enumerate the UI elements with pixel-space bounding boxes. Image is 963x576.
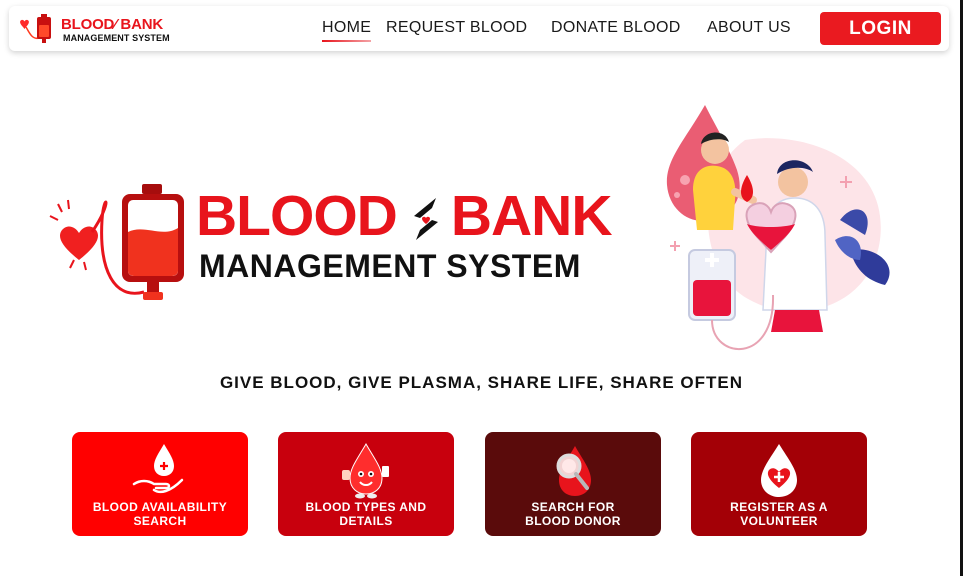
search-blood-donor-card[interactable]: SEARCH FOR BLOOD DONOR	[485, 432, 661, 536]
card-label-line: BLOOD TYPES AND	[305, 500, 427, 514]
hero-title-word-blood: BLOOD	[196, 184, 398, 248]
card-label: SEARCH FOR BLOOD DONOR	[493, 500, 653, 528]
blood-bag-heart-icon	[49, 184, 184, 300]
nav-donate-blood-link[interactable]: DONATE BLOOD	[551, 19, 681, 37]
card-label-line: BLOOD DONOR	[525, 514, 621, 528]
hero-tagline: GIVE BLOOD, GIVE PLASMA, SHARE LIFE, SHA…	[219, 373, 744, 392]
card-label: BLOOD AVAILABILITY SEARCH	[80, 500, 240, 528]
nav-logo-title: BLOOD⁄ BANK	[61, 16, 163, 33]
hero-subtitle: MANAGEMENT SYSTEM	[199, 248, 581, 284]
hero-logo: BLOOD BANK MANAGEMENT SYSTEM	[44, 180, 644, 310]
nav-home-link[interactable]: HOME	[322, 19, 372, 42]
card-label: REGISTER AS A VOLUNTEER	[699, 500, 859, 528]
card-label-line: VOLUNTEER	[740, 514, 818, 528]
magnifier-blood-drop-icon	[556, 446, 591, 496]
card-label-line: BLOOD AVAILABILITY	[92, 500, 228, 514]
top-navbar: BLOOD⁄ BANK MANAGEMENT SYSTEM HOME REQUE…	[9, 6, 949, 51]
hero-title: BLOOD BANK	[196, 188, 612, 245]
card-label-line: REGISTER AS A	[730, 500, 828, 514]
login-button[interactable]: LOGIN	[820, 12, 941, 45]
nav-request-blood-link[interactable]: REQUEST BLOOD	[386, 19, 527, 37]
doctor-donor-illustration	[666, 105, 890, 350]
card-label-line: SEARCH FOR	[531, 500, 615, 514]
card-label: BLOOD TYPES AND DETAILS	[286, 500, 446, 528]
register-volunteer-card[interactable]: REGISTER AS A VOLUNTEER	[691, 432, 867, 536]
hand-blood-drop-icon	[132, 444, 184, 494]
blood-types-details-card[interactable]: BLOOD TYPES AND DETAILS	[278, 432, 454, 536]
nav-logo-subtitle: MANAGEMENT SYSTEM	[63, 33, 170, 43]
hands-heart-icon	[414, 198, 438, 240]
blood-availability-search-card[interactable]: BLOOD AVAILABILITY SEARCH	[72, 432, 248, 536]
hero-title-word-bank: BANK	[450, 184, 613, 248]
blood-bag-heart-icon	[20, 14, 51, 43]
nav-logo[interactable]: BLOOD⁄ BANK MANAGEMENT SYSTEM	[17, 12, 177, 46]
blood-drop-mascot-icon	[342, 442, 389, 499]
card-label-line: DETAILS	[339, 514, 393, 528]
nav-about-us-link[interactable]: ABOUT US	[707, 19, 791, 37]
heart-cross-drop-icon	[761, 444, 797, 497]
card-label-line: SEARCH	[133, 514, 187, 528]
